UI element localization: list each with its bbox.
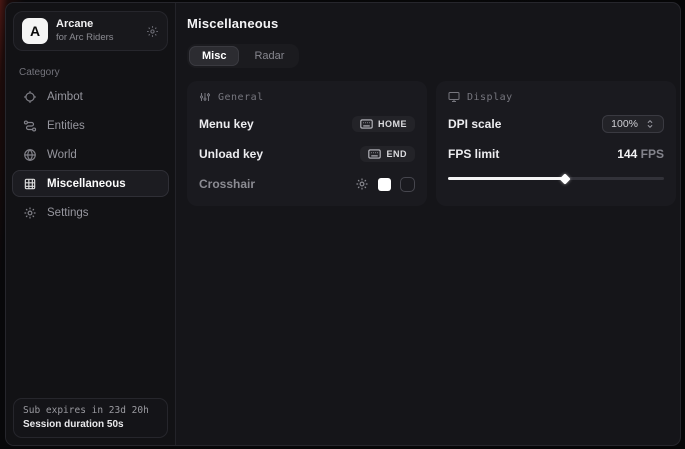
main-panel: Miscellaneous Misc Radar General Menu ke… bbox=[176, 3, 681, 445]
gear-icon bbox=[23, 206, 37, 220]
brand-logo: A bbox=[22, 18, 48, 44]
sidebar-item-miscellaneous[interactable]: Miscellaneous bbox=[12, 170, 169, 197]
sidebar-item-label: Entities bbox=[47, 120, 85, 132]
general-card: General Menu key HOME Unload key bbox=[187, 81, 427, 206]
app-window: A Arcane for Arc Riders Category Aimbot bbox=[5, 2, 681, 446]
display-card-title: Display bbox=[467, 92, 513, 103]
sidebar: A Arcane for Arc Riders Category Aimbot bbox=[6, 3, 176, 445]
unload-key-bind-button[interactable]: END bbox=[360, 146, 415, 162]
chevrons-up-down-icon bbox=[645, 119, 655, 129]
sidebar-item-settings[interactable]: Settings bbox=[12, 199, 169, 226]
general-card-title: General bbox=[218, 92, 264, 103]
sidebar-item-entities[interactable]: Entities bbox=[12, 112, 169, 139]
brand-card: A Arcane for Arc Riders bbox=[13, 11, 168, 51]
globe-icon bbox=[23, 148, 37, 162]
fps-limit-unit: FPS bbox=[641, 147, 664, 161]
menu-key-label: Menu key bbox=[199, 117, 254, 131]
sliders-icon bbox=[199, 91, 211, 103]
sidebar-item-aimbot[interactable]: Aimbot bbox=[12, 83, 169, 110]
cards-row: General Menu key HOME Unload key bbox=[187, 81, 676, 206]
crosshair-color-swatch[interactable] bbox=[378, 178, 391, 191]
sidebar-item-label: Settings bbox=[47, 207, 89, 219]
sidebar-item-label: World bbox=[47, 149, 77, 161]
dpi-scale-value: 100% bbox=[611, 118, 638, 130]
crosshair-icon bbox=[23, 90, 37, 104]
monitor-icon bbox=[448, 91, 460, 103]
unload-key-value: END bbox=[386, 149, 407, 159]
brand-gear-icon[interactable] bbox=[146, 25, 159, 38]
slider-fill bbox=[448, 177, 565, 180]
fps-limit-row: FPS limit 144 FPS bbox=[448, 145, 664, 163]
grid-icon bbox=[23, 177, 37, 191]
keyboard-icon bbox=[368, 149, 381, 159]
display-card-header: Display bbox=[448, 91, 664, 103]
dpi-scale-select[interactable]: 100% bbox=[602, 115, 664, 133]
general-card-header: General bbox=[199, 91, 415, 103]
sidebar-item-label: Miscellaneous bbox=[47, 178, 126, 190]
crosshair-row: Crosshair bbox=[199, 175, 415, 193]
tab-radar[interactable]: Radar bbox=[241, 46, 297, 66]
dpi-scale-row: DPI scale 100% bbox=[448, 115, 664, 133]
display-card: Display DPI scale 100% FPS limit 144 bbox=[436, 81, 676, 206]
menu-key-value: HOME bbox=[378, 119, 407, 129]
category-label: Category bbox=[6, 57, 175, 83]
slider-thumb[interactable] bbox=[559, 173, 570, 184]
crosshair-label: Crosshair bbox=[199, 177, 255, 191]
crosshair-checkbox[interactable] bbox=[400, 177, 415, 192]
brand-text: Arcane for Arc Riders bbox=[56, 18, 114, 44]
brand-title: Arcane bbox=[56, 18, 114, 32]
dpi-scale-label: DPI scale bbox=[448, 117, 501, 131]
fps-limit-value-group: 144 FPS bbox=[617, 147, 664, 161]
fps-limit-value: 144 bbox=[617, 147, 637, 161]
menu-key-row: Menu key HOME bbox=[199, 115, 415, 133]
unload-key-row: Unload key END bbox=[199, 145, 415, 163]
sub-expiry-text: Sub expires in 23d 20h bbox=[23, 405, 158, 416]
session-duration-text: Session duration 50s bbox=[23, 419, 158, 430]
keyboard-icon bbox=[360, 119, 373, 129]
crosshair-settings-gear-icon[interactable] bbox=[355, 177, 369, 191]
sidebar-spacer bbox=[6, 226, 175, 392]
brand-subtitle: for Arc Riders bbox=[56, 32, 114, 44]
tab-misc[interactable]: Misc bbox=[189, 46, 239, 66]
subscription-status-card: Sub expires in 23d 20h Session duration … bbox=[13, 398, 168, 438]
fps-limit-slider[interactable] bbox=[448, 174, 664, 183]
waypoints-icon bbox=[23, 119, 37, 133]
unload-key-label: Unload key bbox=[199, 147, 263, 161]
menu-key-bind-button[interactable]: HOME bbox=[352, 116, 415, 132]
page-title: Miscellaneous bbox=[187, 16, 676, 31]
sidebar-item-label: Aimbot bbox=[47, 91, 83, 103]
sidebar-nav: Aimbot Entities World Miscellaneous bbox=[6, 83, 175, 226]
tab-bar: Misc Radar bbox=[187, 44, 299, 68]
sidebar-item-world[interactable]: World bbox=[12, 141, 169, 168]
fps-limit-label: FPS limit bbox=[448, 147, 499, 161]
crosshair-controls bbox=[355, 177, 415, 192]
